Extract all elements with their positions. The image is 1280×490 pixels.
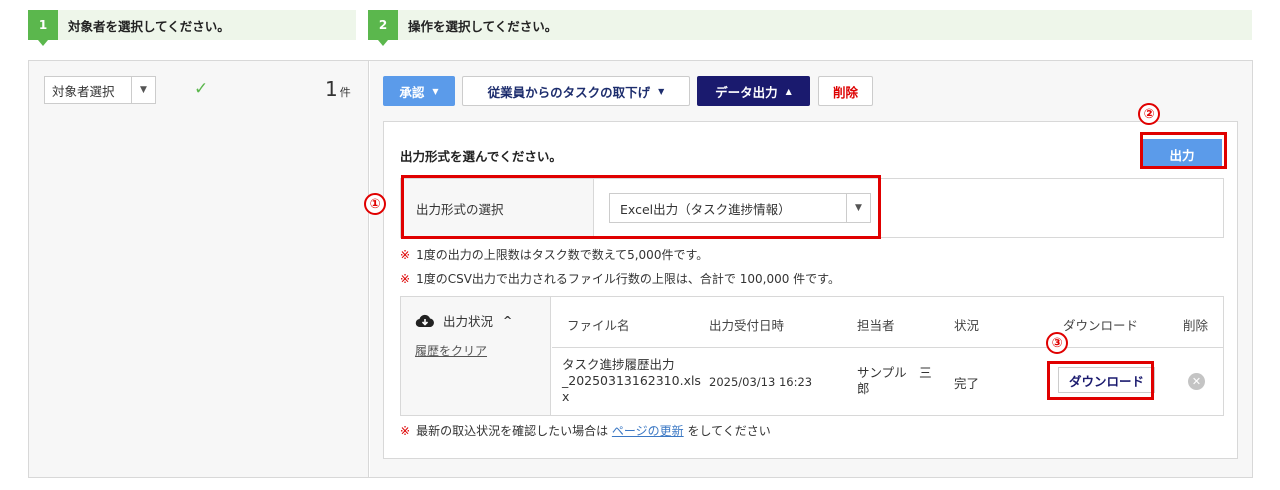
file-name-cell: タスク進捗履歴出力 _20250313162310.xls x (562, 357, 701, 405)
chevron-down-icon[interactable]: ▼ (131, 77, 155, 103)
status-cell: 完了 (954, 376, 980, 391)
note-mark: ※ (400, 248, 411, 262)
callout-3: ③ (1046, 332, 1068, 354)
withdraw-label: 従業員からのタスクの取下げ (487, 84, 651, 100)
highlight-output-button (1140, 132, 1227, 169)
approve-button[interactable]: 承認 ▼ (383, 76, 455, 106)
delete-icon[interactable]: ✕ (1188, 373, 1205, 390)
step-2-header: 2 操作を選択してください。 (368, 10, 1252, 46)
column-header: 担当者 (857, 318, 895, 333)
note-text: 1度の出力の上限数はタスク数で数えて5,000件です。 (416, 248, 709, 262)
target-select-label: 対象者選択 (52, 83, 115, 99)
callout-2: ② (1138, 103, 1160, 125)
note-text: 1度のCSV出力で出力されるファイル行数の上限は、合計で 100,000 件です… (416, 272, 840, 286)
withdraw-task-button[interactable]: 従業員からのタスクの取下げ ▼ (462, 76, 690, 106)
step-number: 2 (368, 10, 398, 46)
header-divider (552, 347, 1223, 348)
note-mark: ※ (400, 424, 411, 438)
highlight-format-select (401, 175, 881, 239)
approve-label: 承認 (399, 84, 425, 100)
count-unit: 件 (339, 86, 351, 99)
column-header: 削除 (1183, 318, 1209, 333)
chevron-up-icon: ▲ (785, 86, 792, 96)
export-label: データ出力 (715, 84, 778, 100)
cloud-download-icon (415, 314, 434, 327)
export-panel: 出力形式を選んでください。 出力 出力形式の選択 Excel出力（タスク進捗情報… (383, 121, 1238, 459)
column-header: 出力受付日時 (709, 318, 785, 333)
column-header: ファイル名 (567, 318, 630, 333)
clear-history-link[interactable]: 履歴をクリア (415, 342, 487, 359)
step-label: 対象者を選択してください。 (68, 18, 230, 34)
footer-note-after: をしてください (683, 424, 771, 438)
step-number: 1 (28, 10, 58, 46)
column-header: ダウンロード (1063, 318, 1139, 333)
received-at-cell: 2025/03/13 16:23 (709, 375, 813, 389)
delete-button[interactable]: 削除 (818, 76, 873, 106)
owner-line: 郎 (857, 381, 870, 396)
count-value: 1 (325, 77, 338, 101)
chevron-up-icon[interactable]: ^ (503, 314, 512, 327)
chevron-down-icon: ▼ (658, 86, 665, 96)
operation-panel: 承認 ▼ 従業員からのタスクの取下げ ▼ データ出力 ▲ 削除 出力形式を選んでくださ… (370, 61, 1252, 477)
history-status-label: 出力状況 (443, 314, 494, 329)
callout-1: ① (364, 193, 386, 215)
note-mark: ※ (400, 272, 411, 286)
file-name-line: タスク進捗履歴出力 (562, 357, 675, 372)
file-name-line: _20250313162310.xls (562, 373, 701, 388)
owner-cell: サンプル 三 郎 (857, 365, 932, 397)
column-header: 状況 (954, 318, 980, 333)
history-sidebar: 出力状況 ^ 履歴をクリア (401, 297, 551, 415)
step-1-header: 1 対象者を選択してください。 (28, 10, 356, 46)
file-name-line: x (562, 389, 570, 404)
chevron-down-icon: ▼ (432, 86, 439, 96)
owner-line: サンプル 三 (857, 365, 932, 380)
limit-note-1: ※ 1度の出力の上限数はタスク数で数えて5,000件です。 (400, 246, 708, 263)
footer-note-before: 最新の取込状況を確認したい場合は (416, 424, 612, 438)
history-toggle[interactable]: 出力状況 ^ (415, 311, 512, 330)
target-panel: 対象者選択 ▼ ✓ 1件 (29, 61, 369, 477)
limit-note-2: ※ 1度のCSV出力で出力されるファイル行数の上限は、合計で 100,000 件で… (400, 270, 840, 287)
step-label: 操作を選択してください。 (408, 18, 558, 34)
check-icon: ✓ (194, 79, 209, 99)
highlight-download-button (1047, 361, 1154, 400)
export-panel-title: 出力形式を選んでください。 (400, 149, 562, 164)
data-export-button[interactable]: データ出力 ▲ (697, 76, 810, 106)
target-select[interactable]: 対象者選択 ▼ (44, 76, 156, 104)
main-panel: 対象者選択 ▼ ✓ 1件 承認 ▼ 従業員からのタスクの取下げ ▼ データ出力 ▲ 削… (28, 60, 1253, 478)
footer-note: ※ 最新の取込状況を確認したい場合は ページの更新 をしてください (400, 422, 771, 439)
selected-count: 1件 (325, 77, 351, 101)
refresh-page-link[interactable]: ページの更新 (612, 424, 684, 438)
